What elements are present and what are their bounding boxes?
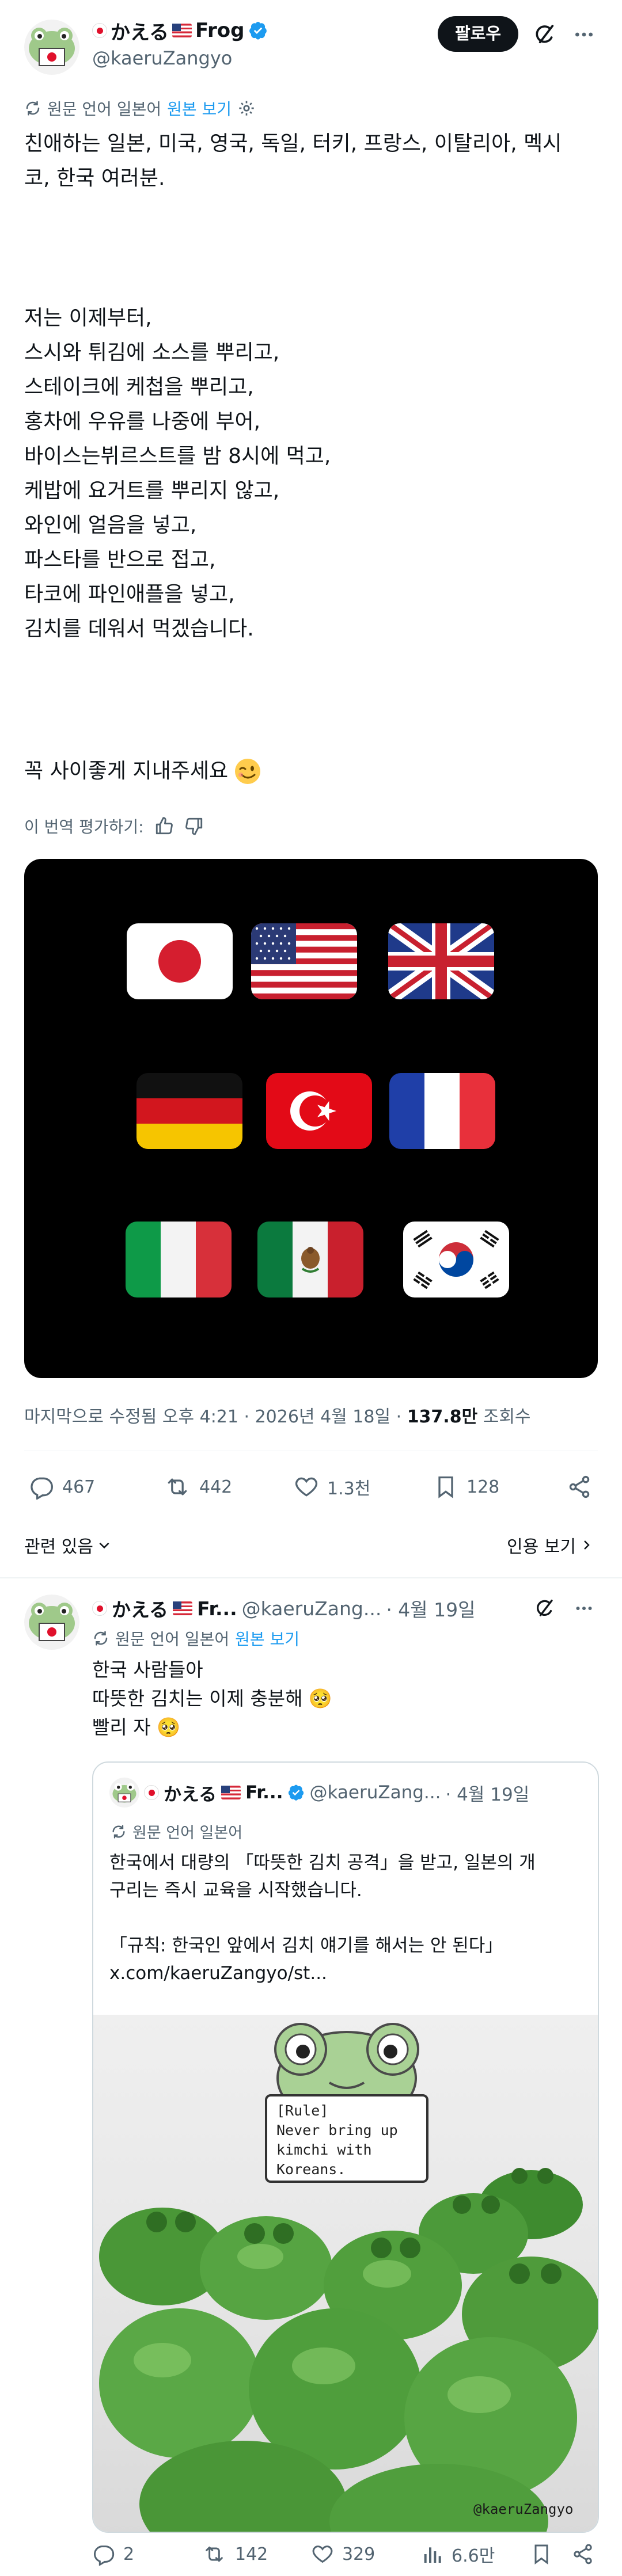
bookmark-icon [534, 2544, 548, 2564]
reply-date[interactable]: · 4월 19일 [386, 1595, 475, 1622]
view-quotes-link[interactable]: 인용 보기 [507, 1532, 593, 1558]
uk-flag [388, 923, 494, 999]
us-flag-icon [172, 24, 192, 37]
frog-sign-text: [Rule] Never bring up kimchi with Korean… [276, 2102, 398, 2178]
heart-icon [295, 1477, 318, 1497]
author-avatar[interactable] [24, 20, 79, 75]
quote-text: 한국에서 대량의 「따뜻한 김치 공격」을 받고, 일본의 개 구리는 즉시 교… [109, 1852, 536, 1984]
mexico-flag [257, 1222, 363, 1297]
reply-like-button[interactable]: 329 [311, 2543, 375, 2566]
bookmark-icon [438, 1476, 453, 1498]
reply-icon [94, 2545, 115, 2566]
verified-badge-icon [249, 21, 267, 40]
reply-icon [31, 1477, 53, 1500]
share-icon [569, 1475, 590, 1498]
chevron-right-icon [584, 1540, 590, 1550]
section-divider [0, 1577, 622, 1578]
like-button[interactable]: 1.3천 [294, 1474, 370, 1500]
post-text-closing: 꼭 사이좋게 지내주세요 [24, 754, 600, 789]
reply-grok-icon[interactable] [531, 1595, 559, 1622]
japan-flag-icon [92, 23, 107, 38]
rate-translation: 이 번역 평가하기: [24, 815, 204, 838]
reply-repost-button[interactable]: 142 [202, 2543, 268, 2566]
us-flag-icon [173, 1601, 193, 1615]
reply-action-bar: 2 142 329 6.6만 [92, 2541, 599, 2567]
bookmark-button[interactable]: 128 [433, 1474, 499, 1500]
heart-icon [312, 2545, 333, 2563]
share-icon [574, 2544, 592, 2564]
reply-button[interactable]: 467 [29, 1474, 95, 1500]
view-original-link[interactable]: 원본 보기 [167, 97, 232, 120]
post-action-bar: 467 442 1.3천 128 [24, 1472, 598, 1501]
reply-translation-notice: 원문 언어 일본어 원본 보기 [92, 1627, 299, 1650]
reply-header: かえる Fr... @kaeruZang... · 4월 19일 [92, 1595, 476, 1622]
reply-display-name[interactable]: かえる [112, 1595, 168, 1622]
reply-bookmark-button[interactable] [530, 2543, 553, 2566]
translate-icon [26, 101, 40, 116]
quote-image-frogs[interactable]: [Rule] Never bring up kimchi with Korean… [93, 2015, 598, 2532]
post-image-flags[interactable] [24, 859, 598, 1378]
post-meta: 마지막으로 수정됨 오후 4:21 · 2026년 4월 18일 · 137.8… [24, 1407, 531, 1427]
quote-header: かえる Fr... @kaeruZang... · 4월 19일 [109, 1778, 529, 1808]
reply-reply-button[interactable]: 2 [92, 2543, 134, 2566]
italy-flag [126, 1222, 232, 1297]
reply-text: 한국 사람들아 따뜻한 김치는 이제 충분해 🥺 빨리 자 🥺 [92, 1658, 333, 1738]
winking-face-emoji [235, 759, 261, 784]
thumbs-down-icon[interactable] [184, 816, 204, 836]
reply-handle[interactable]: @kaeruZang... [242, 1597, 382, 1620]
author-handle[interactable]: @kaeruZangyo [92, 47, 232, 69]
translate-icon [94, 1631, 108, 1646]
post-text-intro: 친애하는 일본, 미국, 영국, 독일, 터키, 프랑스, 이탈리아, 멕시 코… [24, 132, 562, 190]
verified-badge-icon [289, 1784, 304, 1801]
korea-flag [403, 1222, 509, 1297]
quote-translation-notice: 원문 언어 일본어 [111, 1820, 242, 1843]
reply-share-button[interactable] [571, 2543, 594, 2566]
reply-author-avatar[interactable] [24, 1595, 79, 1650]
france-flag [389, 1073, 495, 1149]
image-watermark: @kaeruZangyo [473, 2501, 574, 2517]
us-flag-icon [221, 1786, 241, 1799]
repost-icon [206, 2546, 223, 2562]
follow-button[interactable]: 팔로우 [438, 16, 519, 52]
quoted-post-card[interactable]: かえる Fr... @kaeruZang... · 4월 19일 원문 언어 일… [92, 1761, 599, 2533]
post-text-body: 저는 이제부터, 스시와 튀김에 소스를 뿌리고, 스테이크에 케첩을 뿌리고,… [24, 306, 331, 641]
views-count: 137.8만 [407, 1407, 478, 1427]
related-toggle[interactable]: 관련 있음 [24, 1532, 112, 1558]
translate-icon [112, 1824, 125, 1839]
japan-flag [127, 923, 233, 999]
reply-view-original-link[interactable]: 원본 보기 [235, 1627, 299, 1650]
translation-settings-icon[interactable] [237, 99, 256, 117]
share-button[interactable] [567, 1474, 592, 1500]
grok-icon[interactable] [530, 20, 560, 50]
reply-more-options-icon[interactable] [570, 1595, 598, 1622]
translation-notice: 원문 언어 일본어 원본 보기 [24, 97, 256, 120]
author-display-name[interactable]: かえる Frog [92, 17, 268, 44]
chevron-down-icon [99, 1542, 109, 1549]
germany-flag [136, 1073, 242, 1149]
japan-flag-icon [144, 1785, 159, 1800]
views-chart-icon [424, 2547, 441, 2563]
thumbs-up-icon[interactable] [154, 816, 174, 836]
repost-button[interactable]: 442 [164, 1474, 232, 1500]
japan-flag-icon [92, 1601, 107, 1616]
turkey-flag [266, 1073, 372, 1149]
more-options-icon[interactable] [569, 20, 599, 50]
quote-author-avatar [109, 1778, 139, 1808]
usa-flag [251, 923, 357, 999]
reply-views-button[interactable]: 6.6만 [420, 2541, 495, 2567]
frog-figurines [99, 2168, 598, 2532]
repost-icon [168, 1478, 187, 1496]
